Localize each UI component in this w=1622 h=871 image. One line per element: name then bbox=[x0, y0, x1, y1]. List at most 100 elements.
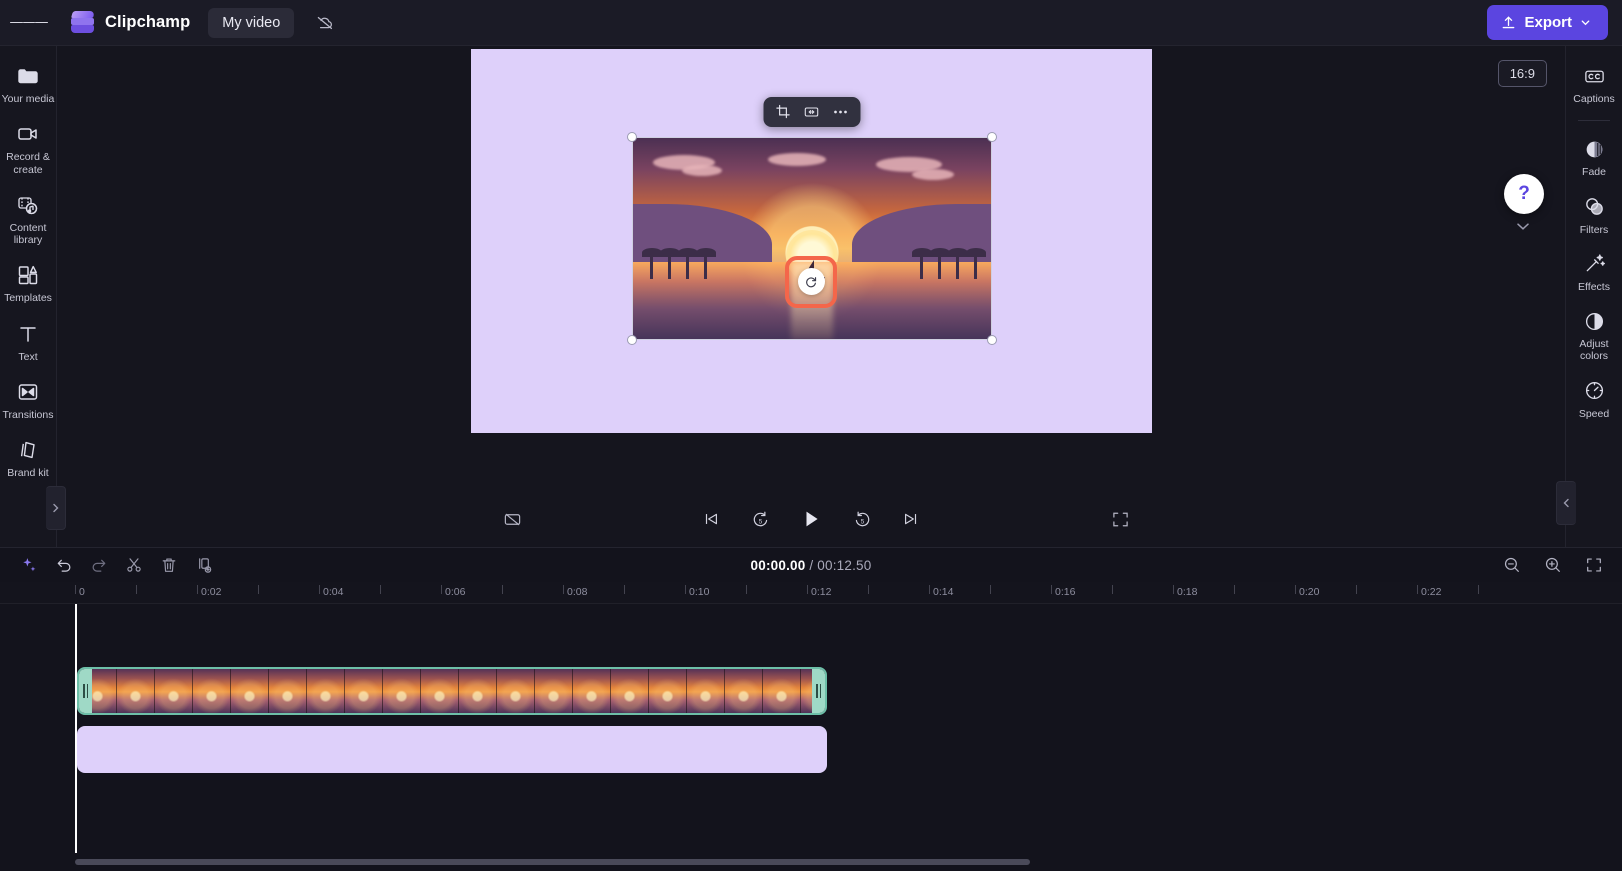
right-sidebar: Captions Fade Filters Effects Adjust col… bbox=[1556, 46, 1622, 547]
sidebar-item-captions[interactable]: Captions bbox=[1566, 56, 1622, 112]
sidebar-label: Your media bbox=[1, 93, 55, 105]
sidebar-item-filters[interactable]: Filters bbox=[1566, 187, 1622, 243]
resize-handle-bottom-right[interactable] bbox=[986, 334, 997, 345]
export-button[interactable]: Export bbox=[1487, 5, 1608, 40]
sidebar-item-transitions[interactable]: Transitions bbox=[0, 372, 57, 428]
duplicate-button[interactable] bbox=[191, 553, 216, 578]
rewind-5s-button[interactable]: 5 bbox=[745, 504, 775, 534]
help-button[interactable]: ? bbox=[1504, 174, 1544, 214]
timeline-panel: 00:00.00 / 00:12.50 0 0:02 0:04 0:06 0:0… bbox=[0, 547, 1622, 871]
skip-to-start-button[interactable] bbox=[696, 504, 726, 534]
speed-gauge-icon bbox=[1582, 379, 1606, 403]
sidebar-item-brand-kit[interactable]: Brand kit bbox=[0, 430, 57, 486]
selected-video-element[interactable] bbox=[626, 96, 997, 345]
timeline-tools bbox=[16, 553, 216, 578]
ruler-label: 0:14 bbox=[933, 586, 954, 598]
trim-handle-right[interactable] bbox=[812, 669, 825, 713]
fit-timeline-button[interactable] bbox=[1581, 553, 1606, 578]
redo-button[interactable] bbox=[86, 553, 111, 578]
aspect-ratio-button[interactable]: 16:9 bbox=[1497, 60, 1547, 87]
filters-icon bbox=[1582, 195, 1606, 219]
captions-toggle-button[interactable] bbox=[497, 504, 527, 534]
brand: Clipchamp bbox=[70, 11, 190, 34]
right-sidebar-collapse-button[interactable] bbox=[1556, 481, 1576, 525]
sidebar-item-fade[interactable]: Fade bbox=[1566, 129, 1622, 185]
sidebar-item-content-library[interactable]: Content library bbox=[0, 185, 57, 254]
sidebar-divider bbox=[1578, 120, 1610, 122]
sidebar-item-text[interactable]: Text bbox=[0, 314, 57, 370]
chevron-down-icon bbox=[1517, 222, 1529, 230]
video-canvas[interactable] bbox=[470, 48, 1152, 433]
crop-button[interactable] bbox=[770, 99, 795, 124]
delete-button[interactable] bbox=[156, 553, 181, 578]
sidebar-label: Fade bbox=[1582, 166, 1606, 179]
content-library-icon bbox=[16, 193, 40, 217]
magic-suggestion-button[interactable] bbox=[16, 553, 41, 578]
transitions-icon bbox=[16, 380, 40, 404]
timeline-ruler[interactable]: 0 0:02 0:04 0:06 0:08 0:10 0:12 0:14 0:1 bbox=[0, 582, 1622, 604]
upload-icon bbox=[1503, 16, 1515, 29]
sidebar-label: Filters bbox=[1579, 223, 1609, 236]
preview-wrapper bbox=[57, 46, 1565, 491]
brand-kit-icon bbox=[16, 438, 40, 462]
transport-controls: 5 5 bbox=[696, 502, 926, 536]
filmstrip-thumbnails bbox=[79, 669, 825, 713]
sidebar-item-adjust-colors[interactable]: Adjust colors bbox=[1566, 301, 1622, 370]
sidebar-item-templates[interactable]: Templates bbox=[0, 255, 57, 311]
list-item[interactable] bbox=[77, 726, 827, 773]
zoom-out-button[interactable] bbox=[1499, 553, 1524, 578]
ellipsis-icon bbox=[834, 110, 847, 113]
skip-to-end-button[interactable] bbox=[896, 504, 926, 534]
trim-handle-left[interactable] bbox=[79, 669, 92, 713]
svg-text:5: 5 bbox=[860, 518, 864, 525]
closed-captions-icon bbox=[1582, 64, 1606, 88]
table-row[interactable] bbox=[77, 667, 827, 715]
left-sidebar-collapse-button[interactable] bbox=[46, 486, 66, 530]
fit-fill-button[interactable] bbox=[799, 99, 824, 124]
cloud-off-icon[interactable] bbox=[310, 8, 340, 38]
half-circle-glyph bbox=[1585, 312, 1603, 330]
sidebar-label: Templates bbox=[4, 292, 52, 305]
templates-icon bbox=[16, 263, 40, 287]
sidebar-label: Effects bbox=[1578, 280, 1610, 293]
sidebar-label: Content library bbox=[9, 221, 47, 247]
fit-timeline-icon bbox=[1586, 558, 1601, 572]
media-folder-icon bbox=[16, 64, 40, 88]
adjust-colors-icon bbox=[1582, 309, 1606, 333]
ruler-label: 0:16 bbox=[1055, 586, 1076, 598]
playhead[interactable] bbox=[75, 604, 77, 853]
ruler-label: 0:12 bbox=[811, 586, 832, 598]
video-frame-image bbox=[631, 136, 992, 340]
resize-handle-bottom-left[interactable] bbox=[626, 334, 637, 345]
sidebar-item-your-media[interactable]: Your media bbox=[0, 56, 57, 112]
ruler-label: 0:20 bbox=[1299, 586, 1320, 598]
split-button[interactable] bbox=[121, 553, 146, 578]
more-options-button[interactable] bbox=[828, 99, 853, 124]
zoom-out-icon bbox=[1504, 557, 1519, 572]
timeline-tracks[interactable] bbox=[0, 604, 1622, 871]
editor-body: Your media Record & create Content libra… bbox=[0, 46, 1622, 547]
chevron-right-icon bbox=[53, 503, 59, 513]
rotate-button[interactable] bbox=[797, 268, 825, 295]
camera-icon bbox=[16, 122, 40, 146]
export-label: Export bbox=[1524, 14, 1572, 31]
resize-handle-top-left[interactable] bbox=[626, 131, 637, 142]
sidebar-label: Captions bbox=[1573, 93, 1615, 105]
sidebar-item-speed[interactable]: Speed bbox=[1566, 371, 1622, 427]
hamburger-menu-icon[interactable] bbox=[10, 4, 49, 42]
help-collapse-button[interactable] bbox=[1512, 217, 1534, 235]
project-name-field[interactable]: My video bbox=[208, 7, 295, 38]
sidebar-label: Adjust colors bbox=[1579, 338, 1609, 363]
ruler-label: 0:04 bbox=[323, 586, 344, 598]
sidebar-item-effects[interactable]: Effects bbox=[1566, 244, 1622, 300]
forward-5s-button[interactable]: 5 bbox=[847, 504, 877, 534]
undo-button[interactable] bbox=[51, 553, 76, 578]
timeline-horizontal-scrollbar[interactable] bbox=[75, 859, 1030, 865]
resize-handle-top-right[interactable] bbox=[986, 131, 997, 142]
fullscreen-button[interactable] bbox=[1105, 504, 1135, 534]
play-button[interactable] bbox=[794, 502, 828, 536]
sidebar-item-record-create[interactable]: Record & create bbox=[0, 114, 57, 183]
sidebar-label: Speed bbox=[1578, 407, 1610, 420]
svg-text:5: 5 bbox=[758, 518, 762, 525]
zoom-in-button[interactable] bbox=[1540, 553, 1565, 578]
